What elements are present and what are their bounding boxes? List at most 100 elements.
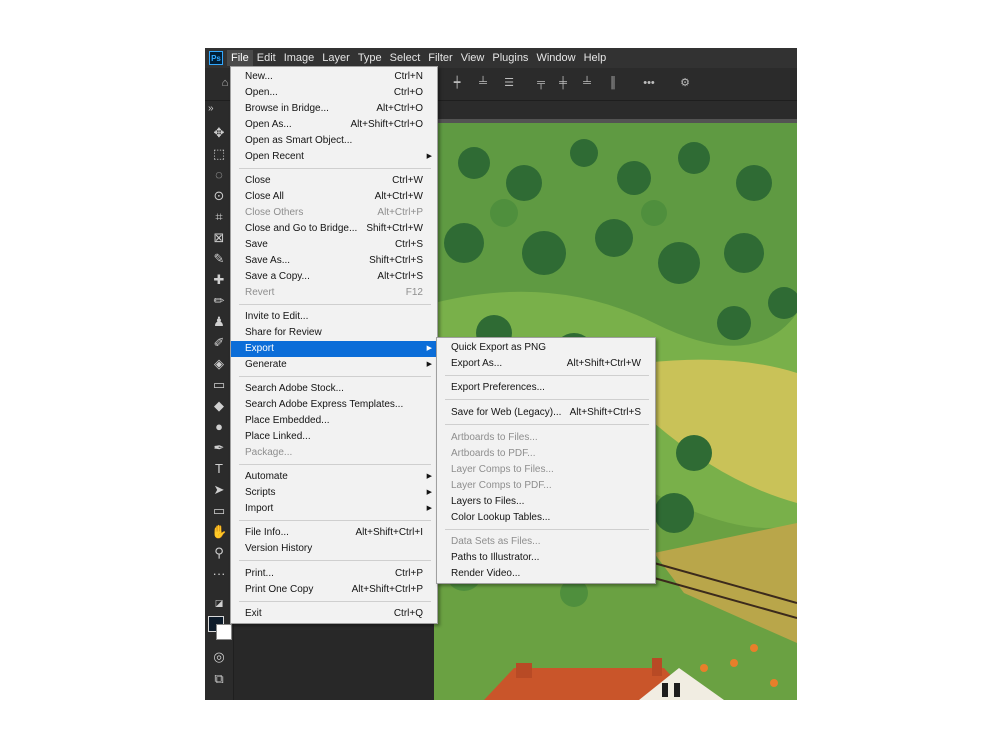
submenu-arrow-icon: ▶ [426, 489, 432, 496]
menu-layer[interactable]: Layer [318, 50, 354, 66]
align-vertical-centers-icon[interactable]: ┿ [451, 77, 463, 89]
menu-item-layers-to-files[interactable]: Layers to Files... [437, 494, 655, 510]
menu-item-browse-in-bridge[interactable]: Browse in Bridge... Alt+Ctrl+O [231, 101, 437, 117]
photoshop-logo-icon: Ps [209, 51, 223, 65]
gear-icon[interactable]: ⚙ [679, 77, 691, 89]
background-color-swatch[interactable] [216, 624, 232, 640]
menu-item-invite-to-edit[interactable]: Invite to Edit... [231, 309, 437, 325]
distribute-horizontal-icon[interactable]: ║ [607, 77, 619, 89]
menu-item-new[interactable]: New... Ctrl+N [231, 69, 437, 85]
brush-tool-icon[interactable]: ✏ [211, 293, 227, 309]
menu-item-close[interactable]: Close Ctrl+W [231, 173, 437, 189]
default-colors-icon[interactable]: ◪ [211, 595, 227, 611]
lasso-tool-icon[interactable]: ◌ [211, 167, 227, 183]
menu-edit[interactable]: Edit [253, 50, 280, 66]
submenu-arrow-icon: ▶ [426, 505, 432, 512]
crop-tool-icon[interactable]: ⌗ [211, 209, 227, 225]
menu-item-layer-comps-to-files[interactable]: Layer Comps to Files... [437, 462, 655, 478]
path-selection-tool-icon[interactable]: ➤ [211, 482, 227, 498]
menu-item-close-and-go-to-bridge[interactable]: Close and Go to Bridge... Shift+Ctrl+W [231, 221, 437, 237]
frame-tool-icon[interactable]: ⊠ [211, 230, 227, 246]
menu-bar: Ps File Edit Image Layer Type Select Fil… [205, 48, 797, 68]
menu-window[interactable]: Window [532, 50, 579, 66]
menu-item-save-for-web[interactable]: Save for Web (Legacy)... Alt+Shift+Ctrl+S [437, 405, 655, 421]
menu-item-open[interactable]: Open... Ctrl+O [231, 85, 437, 101]
menu-item-search-adobe-express-templates[interactable]: Search Adobe Express Templates... [231, 397, 437, 413]
menu-item-artboards-to-pdf[interactable]: Artboards to PDF... [437, 446, 655, 462]
menu-item-export-preferences[interactable]: Export Preferences... [437, 380, 655, 396]
menu-item-revert[interactable]: Revert F12 [231, 285, 437, 301]
healing-brush-tool-icon[interactable]: ✚ [211, 272, 227, 288]
menu-item-open-as[interactable]: Open As... Alt+Shift+Ctrl+O [231, 117, 437, 133]
marquee-tool-icon[interactable]: ⬚ [211, 146, 227, 162]
quick-mask-icon[interactable]: ◎ [211, 649, 227, 665]
menu-item-color-lookup-tables[interactable]: Color Lookup Tables... [437, 510, 655, 526]
more-options-icon[interactable]: ••• [643, 77, 655, 89]
menu-item-export[interactable]: Export ▶ [231, 341, 437, 357]
menu-item-place-linked[interactable]: Place Linked... [231, 429, 437, 445]
menu-item-open-recent[interactable]: Open Recent ▶ [231, 149, 437, 165]
eyedropper-tool-icon[interactable]: ✎ [211, 251, 227, 267]
menu-file[interactable]: File [227, 50, 253, 66]
distribute-bottom-icon[interactable]: ╧ [581, 77, 593, 89]
menu-item-layer-comps-to-pdf[interactable]: Layer Comps to PDF... [437, 478, 655, 494]
zoom-tool-icon[interactable]: ⚲ [211, 545, 227, 561]
menu-item-save-a-copy[interactable]: Save a Copy... Alt+Ctrl+S [231, 269, 437, 285]
menu-item-search-adobe-stock[interactable]: Search Adobe Stock... [231, 381, 437, 397]
menu-item-import[interactable]: Import ▶ [231, 501, 437, 517]
pen-tool-icon[interactable]: ✒ [211, 440, 227, 456]
menu-item-save-as[interactable]: Save As... Shift+Ctrl+S [231, 253, 437, 269]
dodge-tool-icon[interactable]: ● [211, 419, 227, 435]
move-tool-icon[interactable]: ✥ [211, 125, 227, 141]
menu-separator [445, 375, 649, 376]
menu-item-scripts[interactable]: Scripts ▶ [231, 485, 437, 501]
menu-type[interactable]: Type [354, 50, 386, 66]
screen-mode-icon[interactable]: ⧉ [211, 671, 227, 687]
menu-item-package[interactable]: Package... [231, 445, 437, 461]
menu-item-close-others[interactable]: Close Others Alt+Ctrl+P [231, 205, 437, 221]
align-horizontal-icon[interactable]: ☰ [503, 77, 515, 89]
gradient-tool-icon[interactable]: ▭ [211, 377, 227, 393]
menu-item-share-for-review[interactable]: Share for Review [231, 325, 437, 341]
menu-item-data-sets-as-files[interactable]: Data Sets as Files... [437, 534, 655, 550]
menu-item-generate[interactable]: Generate ▶ [231, 357, 437, 373]
distribute-center-icon[interactable]: ╪ [557, 77, 569, 89]
distribute-top-icon[interactable]: ╤ [535, 77, 547, 89]
file-menu: New... Ctrl+N Open... Ctrl+O Browse in Bri… [230, 66, 438, 624]
menu-item-export-as[interactable]: Export As... Alt+Shift+Ctrl+W [437, 356, 655, 372]
menu-image[interactable]: Image [280, 50, 319, 66]
menu-item-file-info[interactable]: File Info... Alt+Shift+Ctrl+I [231, 525, 437, 541]
submenu-arrow-icon: ▶ [426, 345, 432, 352]
menu-item-print-one-copy[interactable]: Print One Copy Alt+Shift+Ctrl+P [231, 582, 437, 598]
menu-filter[interactable]: Filter [424, 50, 456, 66]
history-brush-tool-icon[interactable]: ✐ [211, 335, 227, 351]
menu-item-place-embedded[interactable]: Place Embedded... [231, 413, 437, 429]
menu-select[interactable]: Select [386, 50, 425, 66]
rectangle-tool-icon[interactable]: ▭ [211, 503, 227, 519]
type-tool-icon[interactable]: T [211, 461, 227, 477]
menu-item-exit[interactable]: Exit Ctrl+Q [231, 606, 437, 622]
menu-item-automate[interactable]: Automate ▶ [231, 469, 437, 485]
object-selection-tool-icon[interactable]: ⊙ [211, 188, 227, 204]
clone-stamp-tool-icon[interactable]: ♟ [211, 314, 227, 330]
blur-tool-icon[interactable]: ◆ [211, 398, 227, 414]
menu-item-paths-to-illustrator[interactable]: Paths to Illustrator... [437, 550, 655, 566]
align-bottom-edges-icon[interactable]: ╧ [477, 77, 489, 89]
menu-plugins[interactable]: Plugins [488, 50, 532, 66]
hand-tool-icon[interactable]: ✋ [211, 524, 227, 540]
menu-item-open-as-smart-object[interactable]: Open as Smart Object... [231, 133, 437, 149]
menu-item-version-history[interactable]: Version History [231, 541, 437, 557]
menu-item-quick-export-as-png[interactable]: Quick Export as PNG [437, 340, 655, 356]
collapse-panels-icon[interactable]: » [208, 103, 214, 114]
menu-help[interactable]: Help [580, 50, 611, 66]
eraser-tool-icon[interactable]: ◈ [211, 356, 227, 372]
menu-item-artboards-to-files[interactable]: Artboards to Files... [437, 430, 655, 446]
menu-separator [239, 520, 431, 521]
menu-view[interactable]: View [457, 50, 489, 66]
menu-item-render-video[interactable]: Render Video... [437, 566, 655, 582]
menu-item-save[interactable]: Save Ctrl+S [231, 237, 437, 253]
menu-item-print[interactable]: Print... Ctrl+P [231, 566, 437, 582]
menu-item-close-all[interactable]: Close All Alt+Ctrl+W [231, 189, 437, 205]
edit-toolbar-icon[interactable]: ··· [211, 566, 227, 582]
menu-separator [239, 464, 431, 465]
